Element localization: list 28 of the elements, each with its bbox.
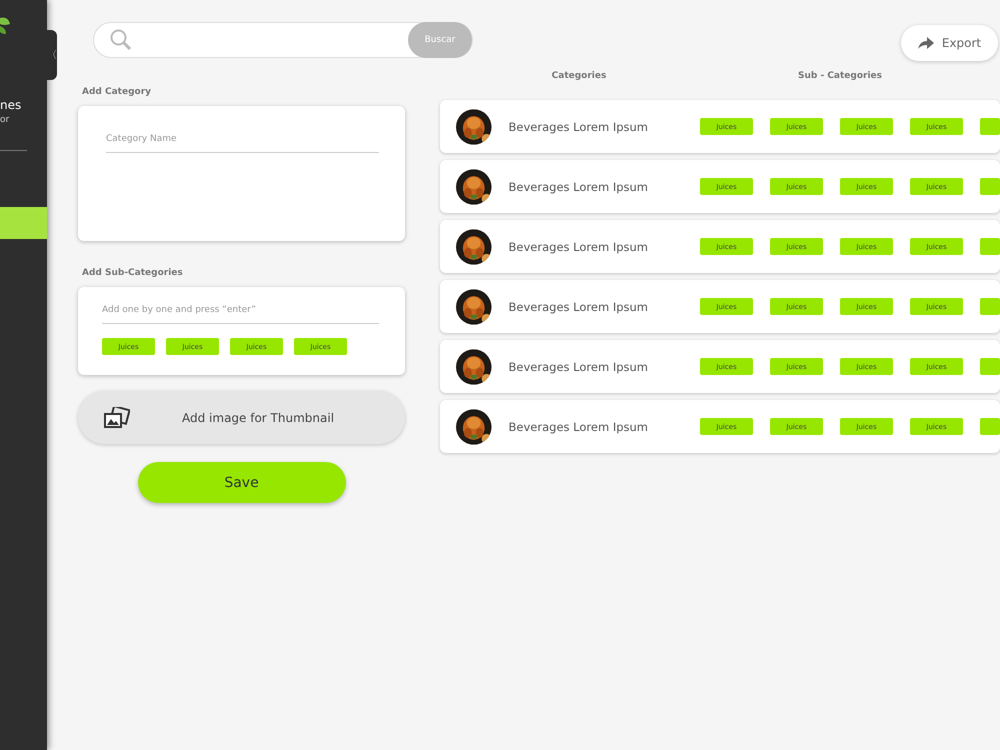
collapse-button[interactable]: 〈	[47, 30, 57, 80]
add-thumbnail-button[interactable]: Add image for Thumbnail	[78, 391, 405, 444]
search-icon	[110, 29, 132, 51]
subcategory-tag	[980, 298, 1000, 315]
app-title: nes	[0, 97, 22, 114]
subcategory-tag	[980, 418, 1000, 435]
category-name: Beverages Lorem Ipsum	[508, 180, 649, 194]
subcategory-tag	[980, 238, 1000, 255]
category-name: Beverages Lorem Ipsum	[508, 420, 649, 434]
app-subtitle: or	[0, 114, 10, 126]
subcategory-field[interactable]: Add one by one and press “enter”	[102, 299, 379, 324]
subcategory-tag	[980, 178, 1000, 195]
sidebar-item[interactable]	[0, 207, 47, 239]
subcategory-tag	[980, 358, 1000, 375]
subcategory-tag	[980, 118, 1000, 135]
category-name: Beverages Lorem Ipsum	[508, 240, 649, 254]
column-header: Sub - Categories	[796, 71, 884, 83]
category-name: Beverages Lorem Ipsum	[508, 300, 649, 314]
save-button[interactable]: Save	[138, 462, 346, 503]
section-heading: Add Sub-Categories	[81, 268, 184, 278]
category-name: Beverages Lorem Ipsum	[508, 360, 649, 374]
share-arrow-icon	[918, 37, 934, 49]
category-name-field[interactable]: Category Name	[106, 128, 379, 153]
category-name: Beverages Lorem Ipsum	[508, 120, 649, 134]
export-button[interactable]: Export	[901, 25, 998, 61]
column-header: Categories	[550, 71, 608, 83]
section-heading: Add Category	[81, 87, 152, 97]
image-icon	[104, 406, 130, 428]
